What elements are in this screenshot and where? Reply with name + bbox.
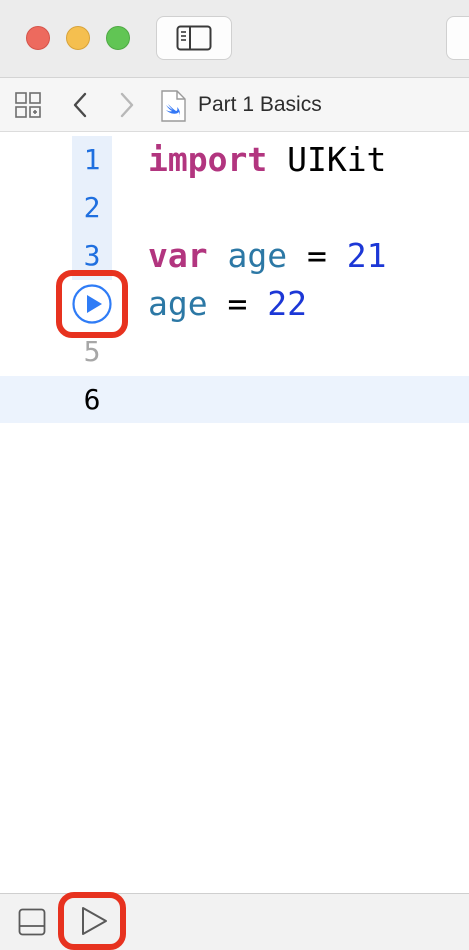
plain-token: = bbox=[207, 284, 268, 323]
plain-token: UIKit bbox=[267, 140, 387, 179]
forward-chevron-icon[interactable] bbox=[116, 91, 138, 119]
number-token: 22 bbox=[267, 284, 307, 323]
jump-bar-file-title[interactable]: Part 1 Basics bbox=[198, 93, 322, 117]
run-playground-icon[interactable] bbox=[78, 905, 110, 937]
code-line: 1 import UIKit bbox=[0, 136, 469, 184]
toolbar-button-right[interactable] bbox=[446, 16, 469, 60]
code-line: 2 bbox=[0, 184, 469, 232]
minimize-window-button[interactable] bbox=[66, 26, 90, 50]
run-line-button[interactable] bbox=[70, 284, 114, 324]
identifier-token: age bbox=[227, 236, 288, 275]
window-titlebar bbox=[0, 0, 469, 78]
number-token: 21 bbox=[346, 236, 387, 275]
plain-token: = bbox=[287, 236, 347, 275]
maximize-window-button[interactable] bbox=[106, 26, 130, 50]
related-items-icon[interactable] bbox=[14, 91, 42, 119]
code-line-current: 6 bbox=[0, 376, 469, 424]
line-number: 6 bbox=[83, 383, 101, 416]
sidebar-icon bbox=[176, 25, 212, 51]
close-window-button[interactable] bbox=[26, 26, 50, 50]
keyword-token: import bbox=[148, 140, 268, 179]
toggle-navigator-button[interactable] bbox=[156, 16, 232, 60]
code-editor[interactable]: 1 import UIKit 2 3 var age = 21 age = 22… bbox=[0, 133, 469, 893]
line-number: 1 bbox=[83, 143, 101, 176]
code-text: var age = 21 bbox=[148, 232, 386, 280]
play-circle-icon bbox=[72, 284, 112, 324]
code-text: import UIKit bbox=[148, 136, 386, 184]
back-chevron-icon[interactable] bbox=[70, 91, 92, 119]
line-number: 2 bbox=[83, 191, 101, 224]
jump-bar: Part 1 Basics bbox=[0, 78, 469, 132]
debug-area-toggle-icon[interactable] bbox=[18, 908, 46, 936]
code-text: age = 22 bbox=[148, 280, 307, 328]
identifier-token: age bbox=[148, 284, 208, 323]
swift-file-icon bbox=[161, 90, 186, 122]
keyword-token: var bbox=[148, 236, 208, 275]
